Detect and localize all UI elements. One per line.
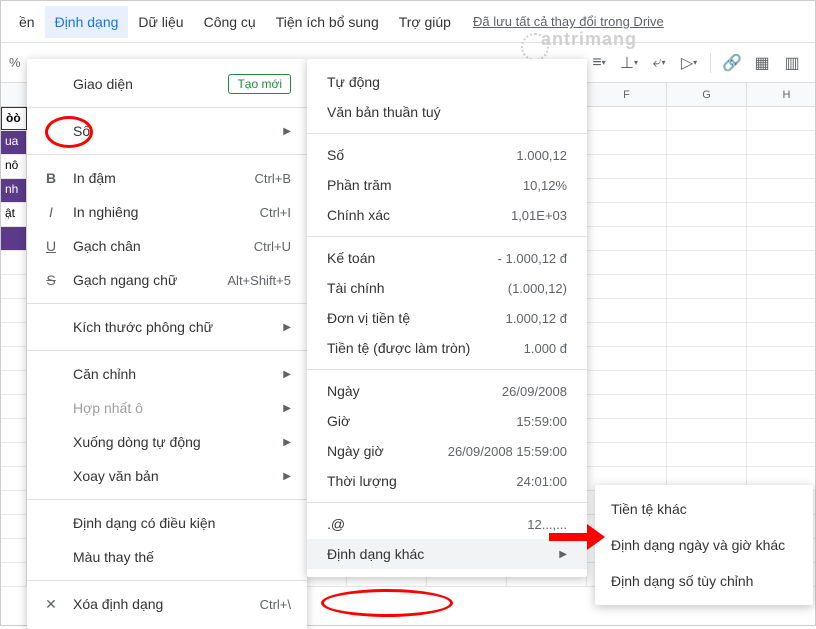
menu-help[interactable]: Trợ giúp bbox=[389, 6, 461, 38]
chevron-right-icon: ▶ bbox=[283, 369, 291, 380]
menu-cond-format-label: Định dạng có điều kiện bbox=[73, 515, 215, 531]
bold-shortcut: Ctrl+B bbox=[255, 171, 291, 186]
num-accounting[interactable]: Kế toán- 1.000,12 đ bbox=[307, 243, 587, 273]
menu-clear-format-label: Xóa định dạng bbox=[73, 596, 163, 612]
italic-shortcut: Ctrl+I bbox=[260, 205, 291, 220]
menu-fontsize-label: Kích thước phông chữ bbox=[73, 319, 213, 335]
underline-shortcut: Ctrl+U bbox=[254, 239, 291, 254]
num-datetime[interactable]: Ngày giờ26/09/2008 15:59:00 bbox=[307, 436, 587, 466]
menu-clear-format[interactable]: ✕ Xóa định dạng Ctrl+\ bbox=[27, 587, 307, 621]
menu-number[interactable]: Số ▶ bbox=[27, 114, 307, 148]
clear-format-icon: ✕ bbox=[39, 596, 63, 613]
col-header-g[interactable]: G bbox=[667, 83, 747, 106]
strike-icon: S bbox=[39, 272, 63, 288]
menu-merge: Hợp nhất ô ▶ bbox=[27, 391, 307, 425]
valign-icon[interactable]: ⊥▾ bbox=[616, 50, 642, 76]
more-custom-number[interactable]: Định dạng số tùy chỉnh bbox=[595, 563, 813, 599]
link-icon[interactable]: 🔗 bbox=[719, 50, 745, 76]
bold-icon: B bbox=[39, 170, 63, 186]
menu-strike[interactable]: S Gạch ngang chữ Alt+Shift+5 bbox=[27, 263, 307, 297]
chevron-right-icon: ▶ bbox=[283, 322, 291, 333]
menu-prev[interactable]: ền bbox=[9, 6, 45, 38]
menu-data[interactable]: Dữ liệu bbox=[128, 6, 193, 38]
num-number[interactable]: Số1.000,12 bbox=[307, 140, 587, 170]
wrap-icon[interactable]: ⤶▾ bbox=[646, 50, 672, 76]
rotate-icon[interactable]: ▷▾ bbox=[676, 50, 702, 76]
menu-align-label: Căn chỉnh bbox=[73, 366, 136, 382]
more-datetime[interactable]: Định dạng ngày và giờ khác bbox=[595, 527, 813, 563]
menu-italic-label: In nghiêng bbox=[73, 204, 138, 220]
chart-icon[interactable]: ▥ bbox=[779, 50, 805, 76]
menu-alt-colors-label: Màu thay thế bbox=[73, 549, 154, 565]
menu-wrap[interactable]: Xuống dòng tự động ▶ bbox=[27, 425, 307, 459]
num-time[interactable]: Giờ15:59:00 bbox=[307, 406, 587, 436]
menu-italic[interactable]: I In nghiêng Ctrl+I bbox=[27, 195, 307, 229]
menu-alt-colors[interactable]: Màu thay thế bbox=[27, 540, 307, 574]
italic-icon: I bbox=[39, 204, 63, 220]
num-scientific[interactable]: Chính xác1,01E+03 bbox=[307, 200, 587, 230]
num-auto[interactable]: Tự động bbox=[307, 67, 587, 97]
clear-shortcut: Ctrl+\ bbox=[260, 597, 291, 612]
chevron-right-icon: ▶ bbox=[283, 403, 291, 414]
more-currencies[interactable]: Tiền tệ khác bbox=[595, 491, 813, 527]
menu-tools[interactable]: Công cụ bbox=[194, 6, 266, 38]
num-at[interactable]: .@12...,... bbox=[307, 509, 587, 539]
menu-theme[interactable]: Giao diện Tạo mới bbox=[27, 67, 307, 101]
menu-bold[interactable]: B In đậm Ctrl+B bbox=[27, 161, 307, 195]
menu-fontsize[interactable]: Kích thước phông chữ ▶ bbox=[27, 310, 307, 344]
menu-strike-label: Gạch ngang chữ bbox=[73, 272, 177, 288]
col-header-f[interactable]: F bbox=[587, 83, 667, 106]
menu-underline-label: Gạch chân bbox=[73, 238, 141, 254]
new-badge: Tạo mới bbox=[228, 74, 291, 94]
num-duration[interactable]: Thời lượng24:01:00 bbox=[307, 466, 587, 496]
menu-format[interactable]: Định dạng bbox=[45, 6, 129, 38]
num-currency[interactable]: Đơn vị tiền tệ1.000,12 đ bbox=[307, 303, 587, 333]
menu-number-label: Số bbox=[73, 123, 90, 139]
menu-underline[interactable]: U Gạch chân Ctrl+U bbox=[27, 229, 307, 263]
num-financial[interactable]: Tài chính(1.000,12) bbox=[307, 273, 587, 303]
num-date[interactable]: Ngày26/09/2008 bbox=[307, 376, 587, 406]
num-more-formats[interactable]: Định dạng khác▶ bbox=[307, 539, 587, 569]
num-percent[interactable]: Phần trăm10,12% bbox=[307, 170, 587, 200]
menu-addons[interactable]: Tiện ích bổ sung bbox=[266, 6, 389, 38]
chevron-right-icon: ▶ bbox=[283, 471, 291, 482]
comment-icon[interactable]: ▦ bbox=[749, 50, 775, 76]
percent-label: % bbox=[9, 55, 23, 70]
more-formats-submenu: Tiền tệ khác Định dạng ngày và giờ khác … bbox=[595, 485, 813, 605]
chevron-right-icon: ▶ bbox=[283, 126, 291, 137]
save-status[interactable]: Đã lưu tất cả thay đổi trong Drive bbox=[473, 14, 664, 29]
format-dropdown-menu: Giao diện Tạo mới Số ▶ B In đậm Ctrl+B I… bbox=[27, 59, 307, 629]
menu-rotate-label: Xoay văn bản bbox=[73, 468, 159, 484]
menu-merge-label: Hợp nhất ô bbox=[73, 400, 143, 416]
menu-bold-label: In đậm bbox=[73, 170, 116, 186]
chevron-right-icon: ▶ bbox=[283, 437, 291, 448]
num-plaintext[interactable]: Văn bản thuần tuý bbox=[307, 97, 587, 127]
menu-bar: ền Định dạng Dữ liệu Công cụ Tiện ích bổ… bbox=[1, 1, 815, 43]
menu-theme-label: Giao diện bbox=[73, 76, 133, 92]
num-currency-round[interactable]: Tiền tệ (được làm tròn)1.000 đ bbox=[307, 333, 587, 363]
menu-cond-format[interactable]: Định dạng có điều kiện bbox=[27, 506, 307, 540]
col-header-h[interactable]: H bbox=[747, 83, 816, 106]
underline-icon: U bbox=[39, 238, 63, 254]
chevron-right-icon: ▶ bbox=[559, 549, 567, 560]
menu-wrap-label: Xuống dòng tự động bbox=[73, 434, 201, 450]
align-icon[interactable]: ≡▾ bbox=[586, 50, 612, 76]
menu-align[interactable]: Căn chỉnh ▶ bbox=[27, 357, 307, 391]
menu-rotate[interactable]: Xoay văn bản ▶ bbox=[27, 459, 307, 493]
strike-shortcut: Alt+Shift+5 bbox=[227, 273, 291, 288]
number-submenu: Tự động Văn bản thuần tuý Số1.000,12 Phầ… bbox=[307, 59, 587, 577]
